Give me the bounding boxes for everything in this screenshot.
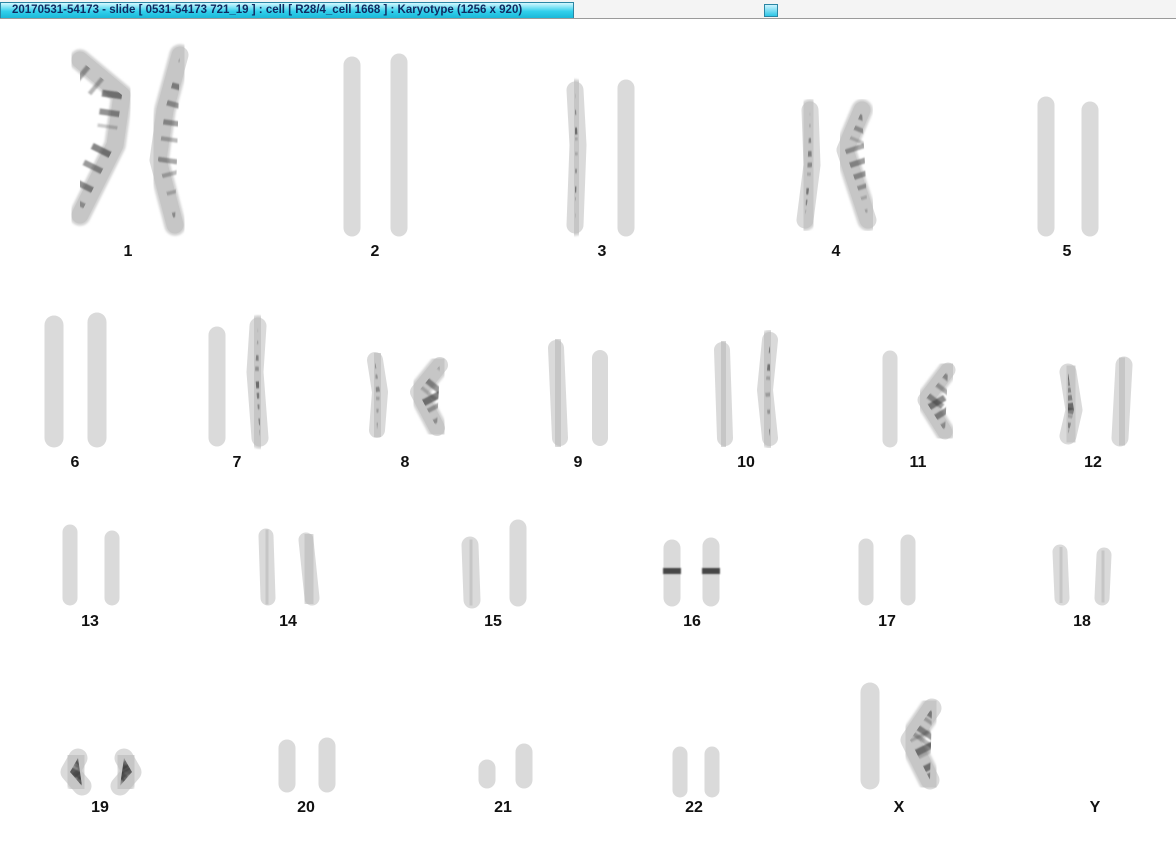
chromosome-pair-15[interactable] [450, 517, 538, 611]
chromosome-pair-x[interactable] [848, 680, 949, 792]
chromosome-label: 20 [297, 799, 315, 816]
chromosome-pair-2[interactable] [332, 51, 419, 239]
chromosome-label: 15 [484, 613, 502, 630]
chromosome-label: 7 [233, 454, 242, 471]
chromosome-pair-17[interactable] [848, 532, 926, 608]
chromosome-pair-11[interactable] [872, 348, 960, 450]
chromosome-pair-7[interactable] [197, 315, 280, 449]
chromosome-label: Y [1090, 799, 1101, 816]
chromosome-pair-5[interactable] [1026, 94, 1110, 239]
chromosome-label: 4 [832, 243, 841, 260]
chromosome-pair-20[interactable] [267, 735, 347, 795]
chromosome-label: 22 [685, 799, 703, 816]
chromosome-pair-21[interactable] [467, 741, 544, 791]
chromosome-label: X [894, 799, 905, 816]
chromosome-pair-19[interactable] [50, 746, 152, 800]
chromosome-label: 9 [574, 454, 583, 471]
chromosome-pair-8[interactable] [357, 349, 454, 441]
chromosome-pair-14[interactable] [248, 526, 330, 608]
chromosome-label: 1 [124, 243, 133, 260]
chromosome-label: 17 [878, 613, 896, 630]
chromosome-pair-6[interactable] [32, 310, 119, 450]
chromosome-pair-4[interactable] [786, 99, 885, 231]
chromosome-label: 12 [1084, 454, 1102, 471]
chromosome-pair-18[interactable] [1042, 542, 1122, 608]
chromosome-label: 21 [494, 799, 512, 816]
chromosome-label: 11 [910, 454, 927, 471]
chromosome-pair-22[interactable] [662, 744, 730, 800]
chromosome-label: 3 [598, 243, 607, 260]
chromosome-label: 2 [371, 243, 380, 260]
chromosome-label: 5 [1063, 243, 1072, 260]
chromosome-label: 10 [737, 454, 755, 471]
chromosome-pair-13[interactable] [52, 522, 130, 608]
chromosome-pair-3[interactable] [555, 77, 646, 239]
chromosome-label: 19 [91, 799, 109, 816]
chromosome-label: 6 [71, 454, 80, 471]
chromosome-pair-1[interactable] [65, 44, 198, 236]
chromosome-label: 13 [81, 613, 99, 630]
chromosome-label: 18 [1073, 613, 1091, 630]
chromosome-pair-16[interactable] [652, 535, 731, 609]
chromosome-pair-10[interactable] [703, 329, 788, 449]
chromosome-pair-12[interactable] [1049, 354, 1144, 449]
chromosome-label: 8 [401, 454, 410, 471]
karyotype-canvas: 1 2 3 4 56 7 8 9 10 11 1213 14 15 16 17 1819 20 21 22 X Y [32, 44, 1144, 816]
chromosome-pair-9[interactable] [537, 337, 619, 449]
chromosome-label: 16 [683, 613, 701, 630]
chromosome-label: 14 [279, 613, 297, 630]
